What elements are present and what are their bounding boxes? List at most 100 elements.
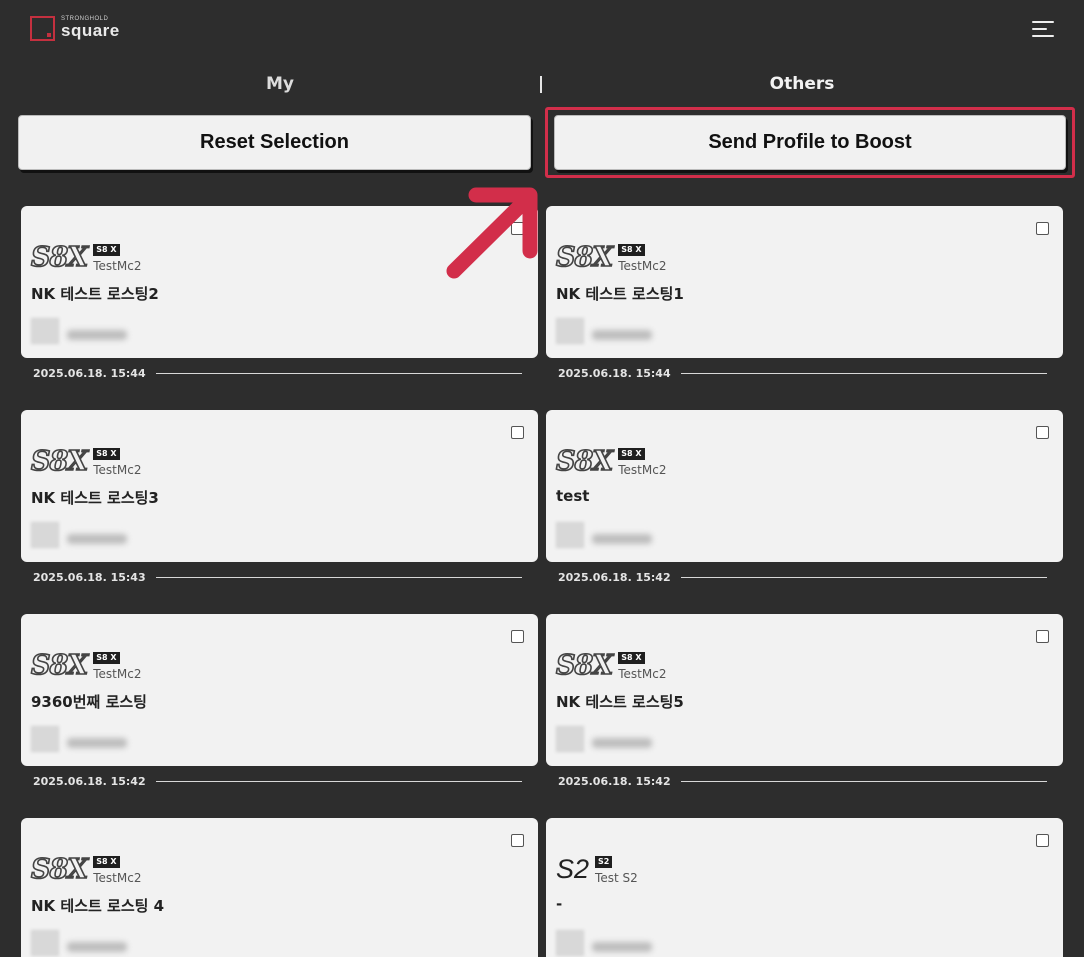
profile-card[interactable]: S2 S2 Test S2 - bbox=[546, 818, 1063, 957]
blurred-thumbnail bbox=[31, 930, 59, 956]
card-title: - bbox=[556, 895, 563, 913]
machine-logo: S8X bbox=[30, 650, 89, 681]
blurred-detail bbox=[67, 738, 127, 748]
card-date: 2025.06.18. 15:42 bbox=[558, 570, 671, 584]
blurred-thumbnail bbox=[556, 318, 584, 344]
machine-logo: S8X bbox=[555, 650, 614, 681]
machine-brand-row: S8X S8 X TestMc2 bbox=[555, 242, 667, 273]
stronghold-square-logo[interactable]: STRONGHOLD square bbox=[30, 16, 120, 44]
blurred-thumbnail bbox=[556, 522, 584, 548]
machine-badge: S8 X bbox=[618, 448, 645, 460]
card-select-checkbox[interactable] bbox=[1036, 834, 1049, 847]
blurred-detail bbox=[592, 738, 652, 748]
profile-card[interactable]: S8X S8 X TestMc2 NK 테스트 로스팅3 bbox=[21, 410, 538, 562]
card-title: NK 테스트 로스팅1 bbox=[556, 285, 684, 303]
card-select-checkbox[interactable] bbox=[511, 834, 524, 847]
machine-brand-row: S8X S8 X TestMc2 bbox=[555, 650, 667, 681]
profile-card[interactable]: S8X S8 X TestMc2 NK 테스트 로스팅2 bbox=[21, 206, 538, 358]
machine-brand-row: S8X S8 X TestMc2 bbox=[30, 242, 142, 273]
card-user-name: TestMc2 bbox=[93, 667, 142, 681]
card-date: 2025.06.18. 15:43 bbox=[33, 570, 146, 584]
card-title: NK 테스트 로스팅 4 bbox=[31, 897, 165, 915]
card-user-name: TestMc2 bbox=[618, 259, 667, 273]
date-divider bbox=[680, 780, 1047, 782]
reset-selection-button[interactable]: Reset Selection bbox=[18, 115, 531, 170]
logo-big-text: square bbox=[61, 21, 120, 40]
blurred-thumbnail bbox=[556, 726, 584, 752]
card-user-name: TestMc2 bbox=[93, 871, 142, 885]
date-divider bbox=[155, 576, 522, 578]
card-select-checkbox[interactable] bbox=[511, 222, 524, 235]
card-date: 2025.06.18. 15:44 bbox=[33, 366, 146, 380]
card-date-row: 2025.06.18. 15:43 bbox=[33, 570, 522, 584]
tab-my[interactable]: My bbox=[20, 74, 540, 94]
blurred-thumbnail bbox=[31, 318, 59, 344]
date-divider bbox=[680, 576, 1047, 578]
card-user-name: TestMc2 bbox=[93, 463, 142, 477]
machine-logo: S8X bbox=[30, 446, 89, 477]
machine-badge: S8 X bbox=[93, 244, 120, 256]
hamburger-menu-icon[interactable] bbox=[1032, 21, 1054, 39]
machine-badge: S8 X bbox=[618, 652, 645, 664]
machine-logo: S8X bbox=[555, 242, 614, 273]
profile-card[interactable]: S8X S8 X TestMc2 9360번째 로스팅 bbox=[21, 614, 538, 766]
machine-badge: S8 X bbox=[618, 244, 645, 256]
machine-brand-row: S8X S8 X TestMc2 bbox=[30, 854, 142, 885]
machine-badge: S2 bbox=[595, 856, 613, 868]
card-user-name: TestMc2 bbox=[618, 667, 667, 681]
machine-brand-row: S8X S8 X TestMc2 bbox=[30, 446, 142, 477]
card-title: NK 테스트 로스팅2 bbox=[31, 285, 159, 303]
profile-tabs: My Others bbox=[20, 66, 1064, 102]
card-date: 2025.06.18. 15:44 bbox=[558, 366, 671, 380]
card-date-row: 2025.06.18. 15:44 bbox=[33, 366, 522, 380]
machine-logo: S8X bbox=[30, 242, 89, 273]
card-select-checkbox[interactable] bbox=[511, 426, 524, 439]
date-divider bbox=[680, 372, 1047, 374]
app-header: STRONGHOLD square bbox=[0, 0, 1084, 62]
card-date-row: 2025.06.18. 15:44 bbox=[558, 366, 1047, 380]
machine-badge: S8 X bbox=[93, 448, 120, 460]
machine-brand-row: S8X S8 X TestMc2 bbox=[30, 650, 142, 681]
machine-logo: S8X bbox=[30, 854, 89, 885]
blurred-thumbnail bbox=[31, 726, 59, 752]
blurred-thumbnail bbox=[31, 522, 59, 548]
machine-logo: S8X bbox=[555, 446, 614, 477]
card-user-name: Test S2 bbox=[595, 871, 638, 885]
profile-card[interactable]: S8X S8 X TestMc2 NK 테스트 로스팅5 bbox=[546, 614, 1063, 766]
blurred-detail bbox=[67, 534, 127, 544]
card-select-checkbox[interactable] bbox=[1036, 426, 1049, 439]
machine-badge: S8 X bbox=[93, 652, 120, 664]
blurred-detail bbox=[592, 942, 652, 952]
card-select-checkbox[interactable] bbox=[511, 630, 524, 643]
machine-brand-row: S8X S8 X TestMc2 bbox=[555, 446, 667, 477]
machine-logo: S2 bbox=[556, 854, 590, 884]
card-date-row: 2025.06.18. 15:42 bbox=[558, 774, 1047, 788]
card-select-checkbox[interactable] bbox=[1036, 630, 1049, 643]
card-title: test bbox=[556, 487, 590, 505]
blurred-thumbnail bbox=[556, 930, 584, 956]
card-title: NK 테스트 로스팅3 bbox=[31, 489, 159, 507]
machine-brand-row: S2 S2 Test S2 bbox=[556, 854, 638, 886]
card-title: NK 테스트 로스팅5 bbox=[556, 693, 684, 711]
date-divider bbox=[155, 372, 522, 374]
highlight-annotation-box bbox=[545, 107, 1075, 178]
blurred-detail bbox=[67, 330, 127, 340]
card-user-name: TestMc2 bbox=[93, 259, 142, 273]
card-select-checkbox[interactable] bbox=[1036, 222, 1049, 235]
profile-card[interactable]: S8X S8 X TestMc2 NK 테스트 로스팅 4 bbox=[21, 818, 538, 957]
blurred-detail bbox=[592, 330, 652, 340]
card-date: 2025.06.18. 15:42 bbox=[33, 774, 146, 788]
logo-mark-icon bbox=[30, 16, 55, 41]
card-date-row: 2025.06.18. 15:42 bbox=[558, 570, 1047, 584]
profile-card[interactable]: S8X S8 X TestMc2 NK 테스트 로스팅1 bbox=[546, 206, 1063, 358]
date-divider bbox=[155, 780, 522, 782]
profile-card[interactable]: S8X S8 X TestMc2 test bbox=[546, 410, 1063, 562]
card-date: 2025.06.18. 15:42 bbox=[558, 774, 671, 788]
card-date-row: 2025.06.18. 15:42 bbox=[33, 774, 522, 788]
card-title: 9360번째 로스팅 bbox=[31, 693, 147, 711]
blurred-detail bbox=[67, 942, 127, 952]
machine-badge: S8 X bbox=[93, 856, 120, 868]
card-user-name: TestMc2 bbox=[618, 463, 667, 477]
tab-others[interactable]: Others bbox=[542, 74, 1062, 94]
blurred-detail bbox=[592, 534, 652, 544]
